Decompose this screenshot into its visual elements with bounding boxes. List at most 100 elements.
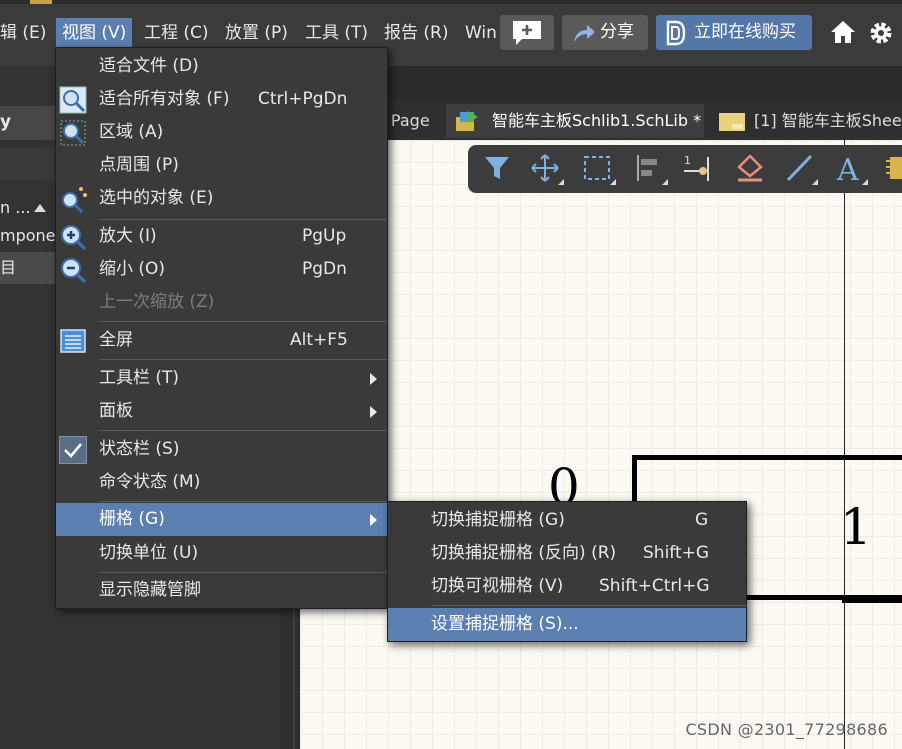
title-strip (0, 0, 902, 4)
tab-schlib-label: 智能车主板Schlib1.SchLib * (492, 111, 702, 130)
menu-item-panels[interactable]: 面板 (56, 395, 387, 428)
menu-item-label: 设置捕捉栅格 (S)... (431, 614, 579, 634)
add-comment-icon (513, 21, 541, 45)
pin-label-right: 1 (840, 498, 872, 556)
pin-icon: 1 (684, 154, 709, 181)
panel-header: y (0, 106, 56, 140)
menu-view[interactable]: 视图 (V) (56, 18, 133, 48)
origin-axis-line (844, 140, 845, 749)
menu-item-label: 状态栏 (S) (99, 439, 180, 459)
menu-item-fullscreen[interactable]: 全屏 Alt+F5 (56, 324, 387, 357)
schematic-canvas[interactable]: 0 1 (300, 140, 902, 749)
dropdown-indicator (862, 179, 868, 185)
move-button[interactable] (530, 153, 564, 185)
align-left-icon (637, 155, 657, 181)
menu-item-around-point[interactable]: 点周围 (P) (56, 149, 387, 182)
menu-item-label: 上一次缩放 (Z) (99, 292, 215, 312)
menu-edit[interactable]: 辑 (E) (0, 18, 52, 48)
filter-button[interactable] (482, 153, 516, 185)
move-icon (531, 154, 559, 182)
menu-item-label: 切换捕捉栅格 (反向) (R) (431, 543, 617, 563)
place-text-button[interactable]: A (834, 153, 868, 188)
buy-online-label: 立即在线购买 (694, 22, 796, 42)
share-button[interactable]: 分享 (562, 15, 648, 50)
panel-list-item[interactable]: 目 (0, 252, 56, 284)
fit-all-icon (59, 86, 87, 114)
select-button[interactable] (582, 153, 616, 185)
menu-item-shortcut: PgDn (302, 259, 347, 279)
tab-sheet[interactable]: [1] 智能车主板Sheet (714, 104, 902, 138)
menu-item-show-hidden-pins[interactable]: 显示隐藏管脚 (56, 574, 387, 607)
menu-item-toolbars[interactable]: 工具栏 (T) (56, 362, 387, 395)
selection-rectangle-icon (584, 156, 610, 180)
menu-item-grid[interactable]: 栅格 (G) (56, 503, 387, 536)
share-label: 分享 (600, 22, 634, 42)
home-icon[interactable] (830, 20, 856, 44)
component-icon (886, 157, 902, 179)
menu-item-zoom-in[interactable]: 放大 (I) PgUp (56, 220, 387, 253)
menu-item-status-bar[interactable]: 状态栏 (S) (56, 433, 387, 466)
menu-item-label: 命令状态 (M) (99, 472, 201, 492)
menu-item-shortcut: G (695, 510, 709, 530)
menu-item-toggle-units[interactable]: 切换单位 (U) (56, 537, 387, 570)
altium-logo-icon (666, 20, 686, 46)
more-tools-button[interactable] (884, 153, 902, 185)
menu-item-shortcut: PgUp (302, 226, 347, 246)
menu-item-label: 全屏 (99, 330, 133, 350)
menu-reports[interactable]: 报告 (R) (378, 18, 454, 48)
menu-item-label: 点周围 (P) (99, 155, 179, 175)
fill-shape-icon (737, 154, 763, 182)
menu-item-selected-objects[interactable]: 选中的对象 (E) (56, 182, 387, 215)
menu-tools[interactable]: 工具 (T) (299, 18, 374, 48)
menu-item-set-snap-grid[interactable]: 设置捕捉栅格 (S)... (388, 608, 746, 641)
submenu-arrow-icon (370, 514, 377, 526)
document-tabs: e Page 智能车主板Schlib1.SchLib * [1] 智能车主板Sh… (300, 100, 902, 140)
place-shape-button[interactable] (734, 153, 768, 185)
menu-item-zoom-out[interactable]: 缩小 (O) PgDn (56, 253, 387, 286)
menu-item-label: 显示隐藏管脚 (99, 580, 201, 600)
zoom-out-icon (61, 258, 87, 284)
tab-sheet-label: [1] 智能车主板Sheet (754, 111, 902, 130)
column-label: n ... (0, 198, 31, 217)
menu-separator (99, 501, 387, 502)
panel-list-item[interactable]: mponen (0, 220, 56, 252)
schdoc-file-icon (719, 113, 745, 131)
menu-item-label: 缩小 (O) (99, 259, 166, 279)
dropdown-indicator (558, 179, 564, 185)
add-button[interactable] (500, 15, 554, 50)
menu-place[interactable]: 放置 (P) (219, 18, 294, 48)
menu-window[interactable]: Win (459, 18, 503, 48)
menu-separator (99, 359, 387, 360)
menu-item-fit-all-objects[interactable]: 适合所有对象 (F) Ctrl+PgDn (56, 83, 387, 116)
place-line-button[interactable] (784, 153, 818, 185)
menu-item-fit-document[interactable]: 适合文件 (D) (56, 50, 387, 83)
settings-gear-icon[interactable] (868, 20, 894, 46)
zoom-selected-icon (62, 187, 87, 213)
menu-item-area[interactable]: 区域 (A) (56, 116, 387, 149)
align-button[interactable] (634, 153, 668, 185)
menu-separator (99, 321, 387, 322)
menu-item-label: 区域 (A) (99, 122, 164, 142)
fullscreen-icon (60, 329, 86, 353)
schlib-file-icon (456, 111, 478, 131)
tab-schlib[interactable]: 智能车主板Schlib1.SchLib * (446, 104, 704, 138)
buy-online-button[interactable]: 立即在线购买 (656, 15, 812, 50)
text-icon: A (836, 153, 859, 188)
menu-item-label: 适合所有对象 (F) (99, 89, 230, 109)
menu-item-shortcut: Shift+Ctrl+G (599, 576, 710, 596)
menu-item-shortcut: Alt+F5 (290, 330, 348, 350)
place-pin-button[interactable]: 1 (682, 153, 716, 185)
checkmark-icon (59, 436, 87, 464)
panel-toolbar (0, 148, 56, 180)
menu-item-toggle-visible-grid[interactable]: 切换可视栅格 (V) Shift+Ctrl+G (388, 570, 746, 603)
menu-item-toggle-snap-grid[interactable]: 切换捕捉栅格 (G) G (388, 504, 746, 537)
sort-up-icon (34, 204, 46, 212)
svg-text:A: A (836, 153, 859, 183)
menu-item-label: 切换可视栅格 (V) (431, 576, 564, 596)
panel-title: y (0, 112, 12, 132)
menu-separator (431, 605, 747, 606)
dropdown-indicator (610, 179, 616, 185)
menu-project[interactable]: 工程 (C) (138, 18, 215, 48)
menu-item-command-status[interactable]: 命令状态 (M) (56, 466, 387, 499)
menu-item-toggle-snap-grid-reverse[interactable]: 切换捕捉栅格 (反向) (R) Shift+G (388, 537, 746, 570)
